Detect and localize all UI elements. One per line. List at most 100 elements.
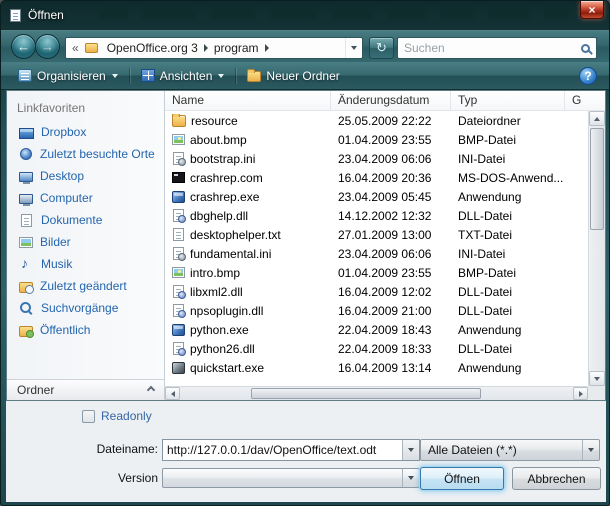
file-name: intro.bmp <box>165 266 331 280</box>
sidebar-item-desktop[interactable]: Desktop <box>7 165 164 187</box>
file-row[interactable]: about.bmp 01.04.2009 23:55 BMP-Datei <box>165 130 588 149</box>
file-name: npsoplugin.dll <box>165 304 331 318</box>
file-row[interactable]: resource 25.05.2009 22:22 Dateiordner <box>165 111 588 130</box>
dll-file-icon <box>173 304 184 317</box>
scroll-down-button[interactable] <box>589 371 605 386</box>
refresh-button[interactable] <box>369 37 394 59</box>
ini-file-icon <box>173 247 184 260</box>
file-row[interactable]: python.exe 22.04.2009 18:43 Anwendung <box>165 320 588 339</box>
sidebar-item-recent-places[interactable]: Zuletzt besuchte Orte <box>7 143 164 165</box>
filetype-combobox[interactable]: Alle Dateien (*.*) <box>420 439 600 461</box>
open-button[interactable]: Öffnen <box>420 467 504 490</box>
file-name: python26.dll <box>165 342 331 356</box>
file-row[interactable]: intro.bmp 01.04.2009 23:55 BMP-Datei <box>165 263 588 282</box>
column-header-name[interactable]: Name <box>165 91 331 110</box>
dialog-content: Linkfavoriten Dropbox Zuletzt besuchte O… <box>6 90 606 401</box>
views-button[interactable]: Ansichten <box>134 66 232 86</box>
new-folder-icon <box>247 71 261 82</box>
file-date: 23.04.2009 05:45 <box>331 190 451 204</box>
file-row[interactable]: bootstrap.ini 23.04.2009 06:06 INI-Datei <box>165 149 588 168</box>
file-row[interactable]: npsoplugin.dll 16.04.2009 21:00 DLL-Date… <box>165 301 588 320</box>
filename-input[interactable] <box>163 440 402 460</box>
column-header-type[interactable]: Typ <box>451 91 565 110</box>
folders-pane-toggle[interactable]: Ordner <box>7 379 164 400</box>
sidebar-item-dropbox[interactable]: Dropbox <box>7 121 164 143</box>
file-date: 16.04.2009 13:14 <box>331 361 451 375</box>
file-row[interactable]: crashrep.com 16.04.2009 20:36 MS-DOS-Anw… <box>165 168 588 187</box>
sidebar-item-label: Suchvorgänge <box>41 301 118 315</box>
close-button[interactable] <box>580 1 604 19</box>
horizontal-scroll-thumb[interactable] <box>251 388 481 399</box>
organize-label: Organisieren <box>37 69 106 83</box>
sidebar-item-label: Zuletzt geändert <box>40 279 127 293</box>
bmp-file-icon <box>172 267 185 278</box>
scroll-up-button[interactable] <box>589 111 605 126</box>
file-date: 23.04.2009 06:06 <box>331 247 451 261</box>
breadcrumb-segment-program[interactable]: program <box>208 41 265 55</box>
file-type: BMP-Datei <box>451 266 565 280</box>
sidebar-item-recently-changed[interactable]: Zuletzt geändert <box>7 275 164 297</box>
file-row[interactable]: fundamental.ini 23.04.2009 06:06 INI-Dat… <box>165 244 588 263</box>
desktop-icon <box>19 172 33 182</box>
sidebar-item-public[interactable]: Öffentlich <box>7 319 164 341</box>
file-row[interactable]: desktophelper.txt 27.01.2009 13:00 TXT-D… <box>165 225 588 244</box>
filename-dropdown-button[interactable] <box>402 440 419 460</box>
sidebar-item-label: Desktop <box>40 169 84 183</box>
folders-label: Ordner <box>17 383 54 397</box>
file-type: MS-DOS-Anwend... <box>451 171 565 185</box>
sidebar-item-searches[interactable]: Suchvorgänge <box>7 297 164 319</box>
scroll-right-button[interactable] <box>573 387 588 400</box>
help-button[interactable] <box>579 67 597 85</box>
column-header-size[interactable]: G <box>565 91 588 110</box>
scrollbar-corner <box>588 386 605 400</box>
title-bar: Öffnen <box>1 1 609 30</box>
file-row[interactable]: dbghelp.dll 14.12.2002 12:32 DLL-Datei <box>165 206 588 225</box>
back-button[interactable] <box>11 34 36 59</box>
file-type: INI-Datei <box>451 152 565 166</box>
file-date: 16.04.2009 12:02 <box>331 285 451 299</box>
readonly-label: Readonly <box>101 409 152 423</box>
horizontal-scrollbar[interactable] <box>165 386 588 400</box>
organize-button[interactable]: Organisieren <box>11 66 125 86</box>
file-row[interactable]: quickstart.exe 16.04.2009 13:14 Anwendun… <box>165 358 588 377</box>
file-type: Anwendung <box>451 361 565 375</box>
cancel-button-label: Abbrechen <box>527 472 585 486</box>
new-folder-button[interactable]: Neuer Ordner <box>240 66 346 86</box>
sidebar-item-pictures[interactable]: Bilder <box>7 231 164 253</box>
column-header-date[interactable]: Änderungsdatum <box>331 91 451 110</box>
file-name: python.exe <box>165 323 331 337</box>
application-icon <box>172 362 185 374</box>
file-date: 22.04.2009 18:43 <box>331 323 451 337</box>
forward-button[interactable] <box>35 34 60 59</box>
vertical-scroll-thumb[interactable] <box>590 128 604 230</box>
file-type: BMP-Datei <box>451 133 565 147</box>
filetype-dropdown-button[interactable] <box>582 440 599 460</box>
file-type: Anwendung <box>451 190 565 204</box>
file-list: Name Änderungsdatum Typ G resource 25.05… <box>165 91 605 400</box>
sidebar-item-documents[interactable]: Dokumente <box>7 209 164 231</box>
file-row[interactable]: crashrep.exe 23.04.2009 05:45 Anwendung <box>165 187 588 206</box>
breadcrumb[interactable]: « OpenOffice.org 3 program <box>65 37 363 59</box>
chevron-up-icon <box>147 386 155 394</box>
search-box[interactable] <box>397 37 597 59</box>
file-row[interactable]: python26.dll 22.04.2009 18:33 DLL-Datei <box>165 339 588 358</box>
file-type: Dateiordner <box>451 114 565 128</box>
readonly-checkbox[interactable] <box>82 410 95 423</box>
sidebar-item-label: Dokumente <box>41 213 102 227</box>
version-combobox[interactable] <box>162 468 420 488</box>
ini-file-icon <box>173 152 184 165</box>
address-dropdown-button[interactable] <box>345 38 362 58</box>
search-input[interactable] <box>404 41 576 55</box>
version-dropdown-button[interactable] <box>402 469 419 487</box>
sidebar-item-computer[interactable]: Computer <box>7 187 164 209</box>
search-icon[interactable] <box>581 44 590 53</box>
vertical-scrollbar[interactable] <box>588 111 605 386</box>
breadcrumb-segment-openoffice[interactable]: OpenOffice.org 3 <box>101 41 204 55</box>
sidebar-item-music[interactable]: Musik <box>7 253 164 275</box>
scroll-left-button[interactable] <box>165 387 180 400</box>
cancel-button[interactable]: Abbrechen <box>512 467 601 490</box>
breadcrumb-overflow-chevron[interactable]: « <box>66 41 82 55</box>
file-row[interactable]: libxml2.dll 16.04.2009 12:02 DLL-Datei <box>165 282 588 301</box>
file-name: libxml2.dll <box>165 285 331 299</box>
file-date: 27.01.2009 13:00 <box>331 228 451 242</box>
